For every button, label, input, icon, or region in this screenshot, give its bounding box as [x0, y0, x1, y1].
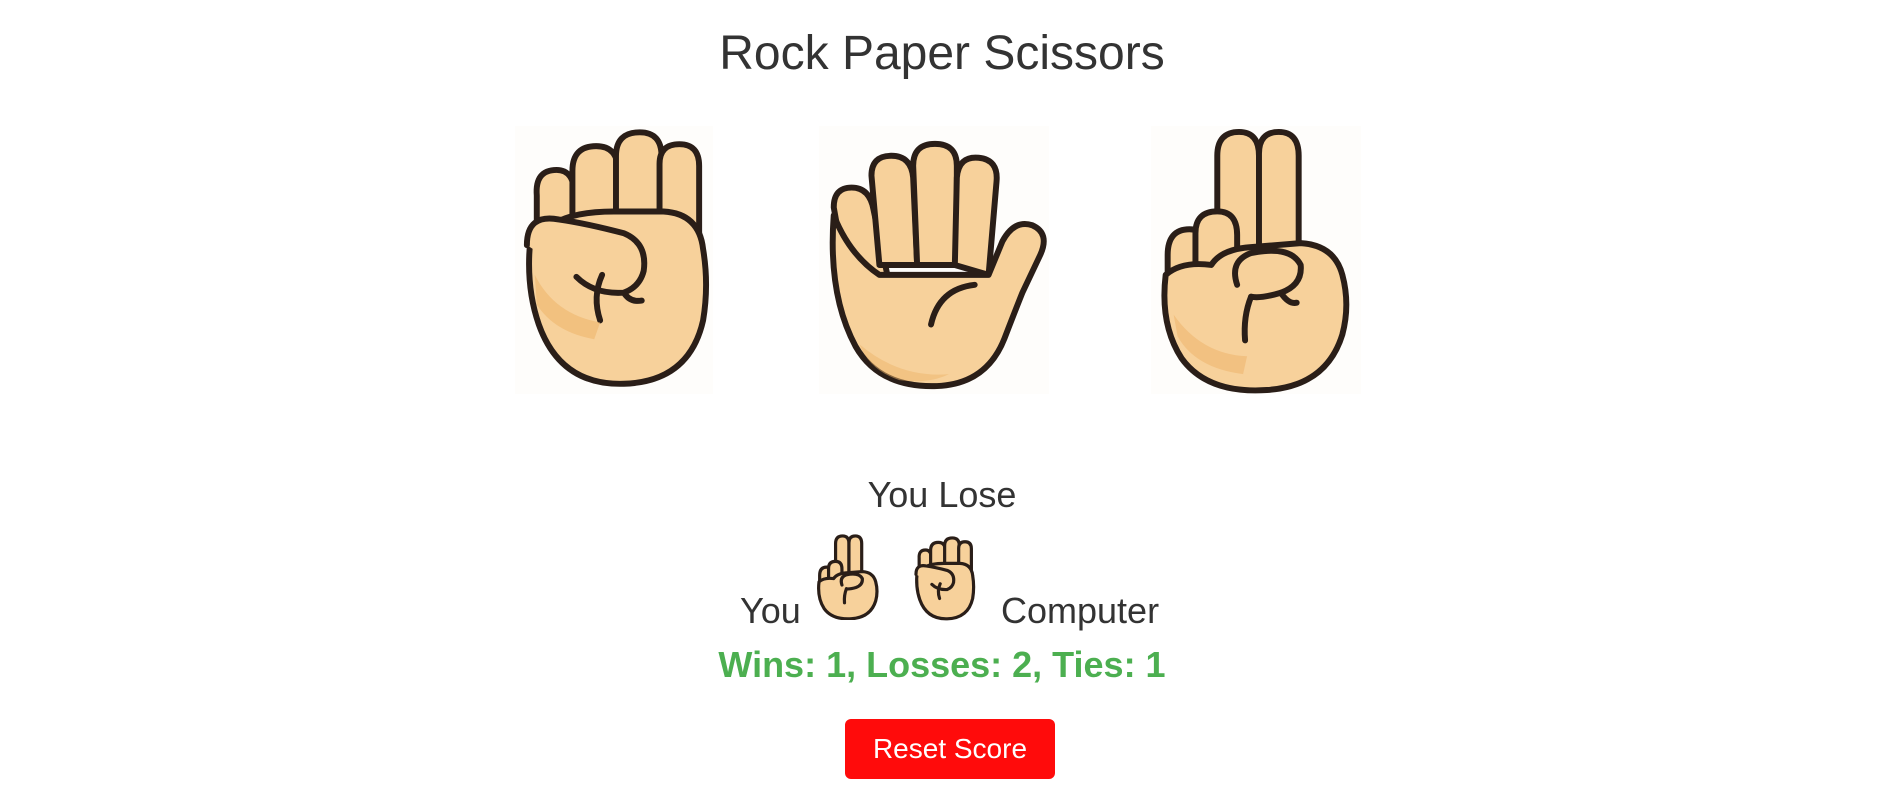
- computer-move-rock-fist-icon: [899, 536, 989, 622]
- you-label: You: [740, 590, 801, 631]
- player-move-victory-hand-icon: [808, 534, 888, 620]
- scissors-button[interactable]: [1151, 126, 1361, 394]
- victory-hand-icon: [1161, 128, 1350, 394]
- paper-button[interactable]: [819, 126, 1049, 394]
- rock-fist-icon: [523, 129, 710, 387]
- result-text: You Lose: [867, 474, 1017, 515]
- moves-display: You Computer: [0, 532, 1884, 632]
- rock-button[interactable]: [515, 126, 713, 394]
- score-text: Wins: 1, Losses: 2, Ties: 1: [718, 644, 1166, 685]
- computer-label: Computer: [1001, 590, 1160, 631]
- reset-score-button[interactable]: Reset Score: [845, 719, 1055, 779]
- page-title: Rock Paper Scissors: [719, 27, 1165, 80]
- open-hand-icon: [829, 140, 1047, 390]
